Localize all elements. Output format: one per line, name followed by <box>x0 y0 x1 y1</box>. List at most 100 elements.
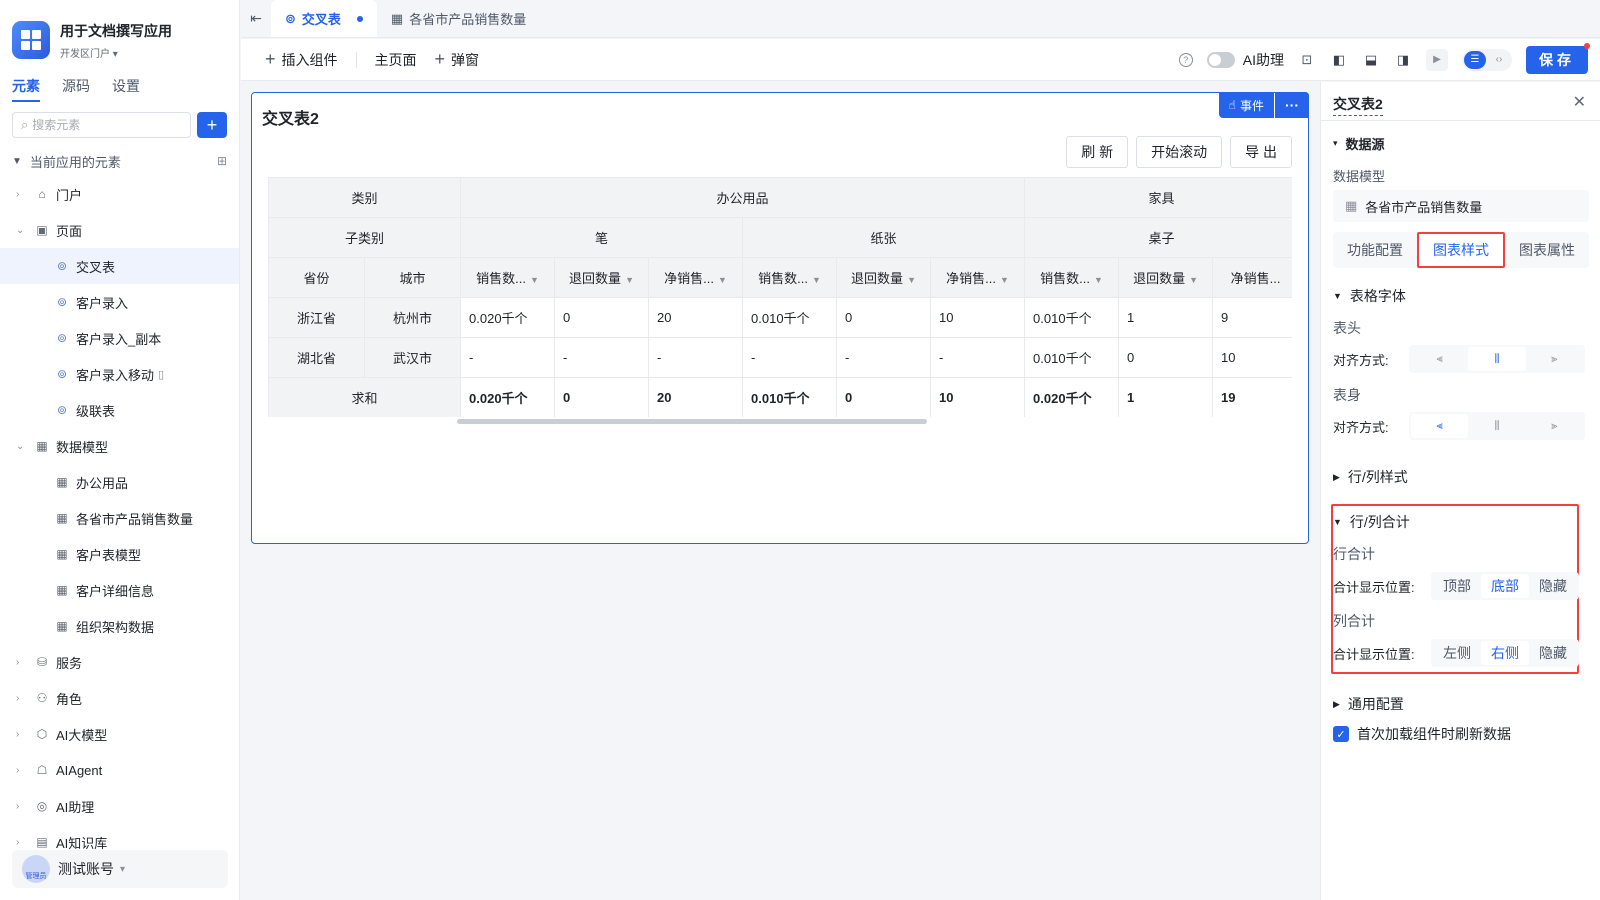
close-icon[interactable]: ✕ <box>1573 92 1586 112</box>
tab-settings[interactable]: 设置 <box>112 76 140 102</box>
more-icon[interactable]: ··· <box>1275 92 1309 118</box>
sort-caret-icon[interactable]: ▼ <box>718 275 727 285</box>
popup-button[interactable]: + 弹窗 <box>435 49 480 70</box>
collapse-sidebar-icon[interactable]: ⇤ <box>241 0 271 37</box>
tab-sales-model[interactable]: ▦ 各省市产品销售数量 <box>377 0 540 37</box>
design-mode-switch[interactable]: ☰ ‹› <box>1462 48 1512 71</box>
sidebar-item[interactable]: ⊚ 级联表 <box>0 392 239 428</box>
model-selector[interactable]: ▦ 各省市产品销售数量 <box>1333 190 1589 222</box>
sort-caret-icon[interactable]: ▼ <box>1000 275 1009 285</box>
tab-cross-table[interactable]: ⊚ 交叉表 <box>271 0 377 37</box>
layout-icon[interactable]: ⊞ <box>217 154 227 168</box>
chevron-right-icon[interactable]: › <box>16 189 28 200</box>
ai-assistant-toggle[interactable] <box>1206 51 1235 68</box>
sidebar-item[interactable]: ▦ 客户表模型 <box>0 536 239 572</box>
sort-caret-icon[interactable]: ▼ <box>530 275 539 285</box>
search-input[interactable] <box>32 118 173 132</box>
portal-selector[interactable]: 开发区门户 ▾ <box>60 45 172 60</box>
chevron-down-icon[interactable]: ⌄ <box>16 441 28 452</box>
tab-chart-properties[interactable]: 图表属性 <box>1505 232 1589 268</box>
chevron-right-icon[interactable]: › <box>16 837 28 848</box>
components-icon[interactable]: ⊡ <box>1298 52 1316 68</box>
chevron-right-icon[interactable]: › <box>16 765 28 776</box>
measure-header[interactable]: 销售数... ▼ <box>742 257 838 298</box>
option-hide[interactable]: 隐藏 <box>1529 641 1577 665</box>
sidebar-item[interactable]: ⊚ 客户录入_副本 <box>0 320 239 356</box>
align-left-icon[interactable]: ⫷ <box>1411 414 1469 438</box>
preview-play-icon[interactable]: ▶ <box>1426 48 1448 71</box>
measure-header[interactable]: 净销售... ▼ <box>930 257 1026 298</box>
measure-header[interactable]: 销售数... ▼ <box>460 257 556 298</box>
add-element-button[interactable]: + <box>197 112 227 138</box>
save-button[interactable]: 保存 <box>1526 42 1590 74</box>
sidebar-item[interactable]: ▦ 客户详细信息 <box>0 572 239 608</box>
cross-table-widget[interactable]: 交叉表2 ☝ 事件 ··· 刷 新 开始滚动 导 出 类别 办公用品 家具 子类别笔纸… <box>251 92 1309 544</box>
design-mode-icon[interactable]: ☰ <box>1464 50 1486 69</box>
code-mode-icon[interactable]: ‹› <box>1488 51 1510 69</box>
sidebar-item[interactable]: ⌄ ▣ 页面 <box>0 212 239 248</box>
option-top[interactable]: 顶部 <box>1433 574 1481 598</box>
sidebar-item[interactable]: › ⬡ AI大模型 <box>0 716 239 752</box>
align-right-icon[interactable]: ⫸ <box>1526 414 1583 438</box>
export-button[interactable]: 导 出 <box>1230 136 1292 168</box>
sidebar-item[interactable]: ⊚ 交叉表 <box>0 248 239 284</box>
section-row-col-total[interactable]: ▼ 行/列合计 <box>1333 512 1410 532</box>
chevron-right-icon[interactable]: › <box>16 729 28 740</box>
section-datasource[interactable]: ▾ 数据源 <box>1333 134 1385 153</box>
sort-caret-icon[interactable]: ▼ <box>1094 275 1103 285</box>
sidebar-item[interactable]: › ◎ AI助理 <box>0 788 239 824</box>
align-left-icon[interactable]: ⫷ <box>1411 347 1468 371</box>
sidebar-item[interactable]: ⊚ 客户录入移动 ▯ <box>0 356 239 392</box>
left-panel-icon[interactable]: ◧ <box>1330 52 1348 68</box>
sidebar-item[interactable]: ▦ 办公用品 <box>0 464 239 500</box>
measure-header[interactable]: 退回数量 ▼ <box>554 257 650 298</box>
sidebar-item[interactable]: ⌄ ▦ 数据模型 <box>0 428 239 464</box>
chevron-right-icon[interactable]: › <box>16 657 28 668</box>
bottom-panel-icon[interactable]: ⬓ <box>1362 52 1380 68</box>
measure-header[interactable]: 销售数... ▼ <box>1024 257 1120 298</box>
option-bottom[interactable]: 底部 <box>1481 574 1529 598</box>
chevron-down-icon[interactable]: ⌄ <box>16 225 28 236</box>
align-right-icon[interactable]: ⫸ <box>1526 347 1583 371</box>
sort-caret-icon[interactable]: ▼ <box>625 275 634 285</box>
horizontal-scrollbar[interactable] <box>457 419 927 424</box>
measure-header[interactable]: 退回数量 ▼ <box>1118 257 1214 298</box>
option-hide[interactable]: 隐藏 <box>1529 574 1577 598</box>
start-scroll-button[interactable]: 开始滚动 <box>1136 136 1223 168</box>
sidebar-item[interactable]: › ⌂ 门户 <box>0 176 239 212</box>
sidebar-item[interactable]: ⊚ 客户录入 <box>0 284 239 320</box>
tab-chart-style[interactable]: 图表样式 <box>1417 232 1505 268</box>
home-page-button[interactable]: 主页面 <box>375 50 417 70</box>
event-button[interactable]: ☝ 事件 <box>1218 92 1274 118</box>
align-center-icon[interactable]: ⫼ <box>1468 347 1526 371</box>
sidebar-item[interactable]: ▦ 组织架构数据 <box>0 608 239 644</box>
sidebar-item[interactable]: › ☖ AIAgent <box>0 752 239 788</box>
measure-header[interactable]: 退回数量 ▼ <box>836 257 932 298</box>
tab-source[interactable]: 源码 <box>62 76 90 102</box>
refresh-button[interactable]: 刷 新 <box>1066 136 1129 168</box>
help-icon[interactable]: ? <box>1178 52 1193 67</box>
sort-caret-icon[interactable]: ▼ <box>812 275 821 285</box>
tab-elements[interactable]: 元素 <box>12 76 40 102</box>
panel-title[interactable]: 交叉表2 <box>1333 94 1383 116</box>
measure-header[interactable]: 净销售... <box>1212 257 1292 298</box>
sort-caret-icon[interactable]: ▼ <box>907 275 916 285</box>
insert-component-button[interactable]: + 插入组件 <box>265 49 338 70</box>
section-general-config[interactable]: ▶ 通用配置 <box>1333 694 1404 714</box>
sort-caret-icon[interactable]: ▼ <box>1189 275 1198 285</box>
tab-function-config[interactable]: 功能配置 <box>1333 232 1417 268</box>
align-center-icon[interactable]: ⫼ <box>1468 414 1525 438</box>
refresh-on-load-checkbox[interactable]: ✓ 首次加载组件时刷新数据 <box>1333 724 1511 744</box>
section-row-col-style[interactable]: ▶ 行/列样式 <box>1333 467 1408 487</box>
section-table-font[interactable]: ▼ 表格字体 <box>1333 286 1406 306</box>
option-left[interactable]: 左侧 <box>1433 641 1481 665</box>
measure-header[interactable]: 净销售... ▼ <box>648 257 744 298</box>
chevron-right-icon[interactable]: › <box>16 693 28 704</box>
sidebar-item[interactable]: ▦ 各省市产品销售数量 <box>0 500 239 536</box>
right-panel-icon[interactable]: ◨ <box>1394 52 1412 68</box>
sidebar-item[interactable]: › ⚇ 角色 <box>0 680 239 716</box>
chevron-right-icon[interactable]: › <box>16 801 28 812</box>
section-current-elements[interactable]: ▼ 当前应用的元素 ⊞ <box>0 146 239 176</box>
option-right[interactable]: 右侧 <box>1481 641 1529 665</box>
sidebar-item[interactable]: › ⛁ 服务 <box>0 644 239 680</box>
